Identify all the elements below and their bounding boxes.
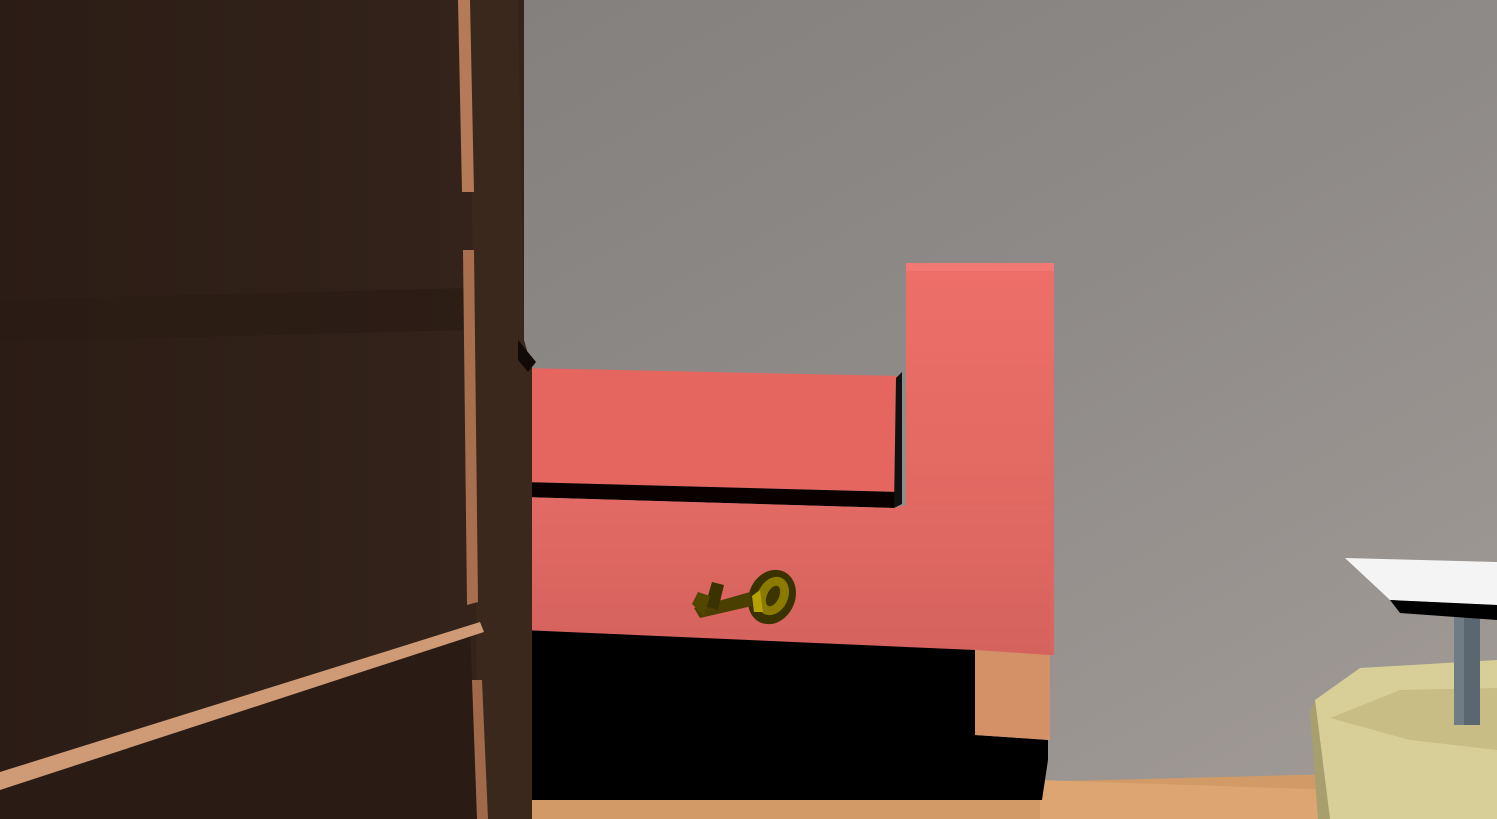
wooden-door[interactable] — [0, 0, 536, 819]
sofa-leg — [975, 650, 1050, 740]
game-viewport[interactable] — [0, 0, 1497, 819]
sofa-backrest — [522, 368, 900, 492]
sofa-base — [522, 630, 1048, 800]
